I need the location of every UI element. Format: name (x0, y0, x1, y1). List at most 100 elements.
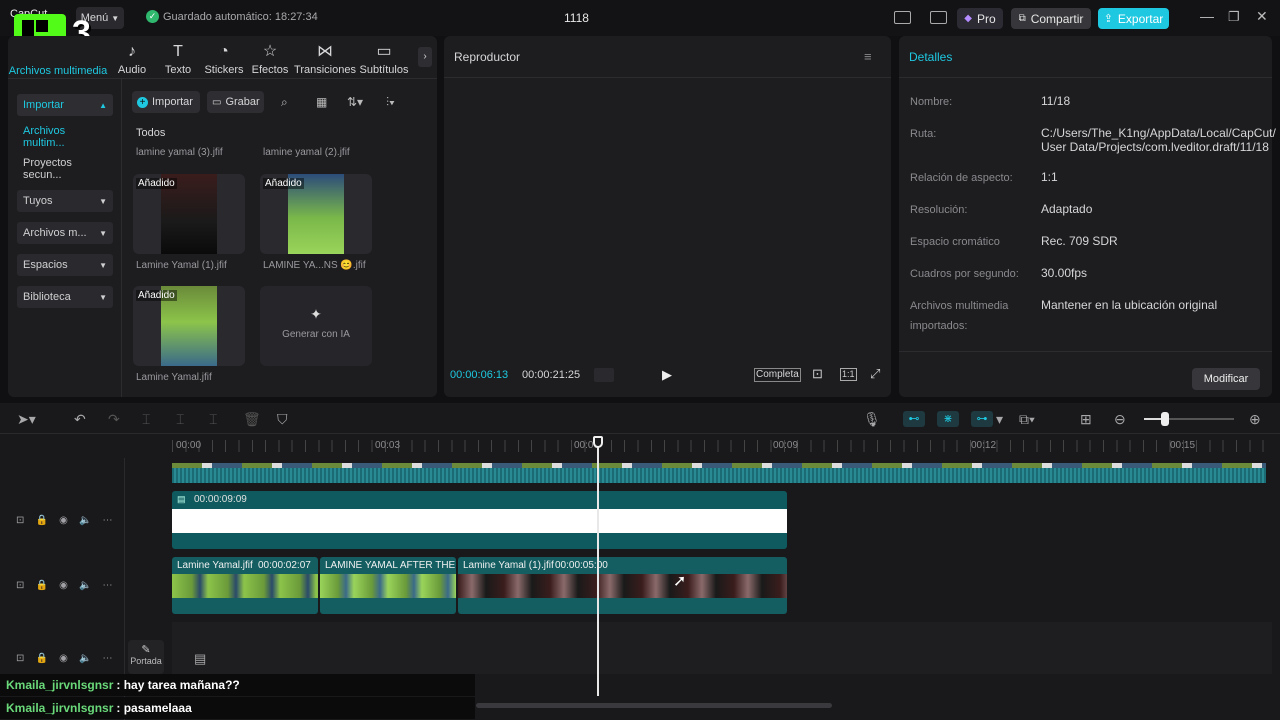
sidebar-item-projects[interactable]: Proyectos secun... (17, 157, 113, 181)
tab-subtitles[interactable]: ▭ Subtítulos (356, 42, 412, 76)
clip-duration: 00:00:02:07 (258, 560, 311, 571)
keyboard-icon[interactable] (930, 11, 947, 24)
chevron-down-icon: ▼ (111, 13, 120, 23)
media-item[interactable]: Añadido (133, 286, 245, 366)
minimize-icon[interactable]: — (1200, 8, 1214, 24)
detail-value: C:/Users/The_K1ng/AppData/Local/CapCut/ (1041, 126, 1276, 140)
volume-icon[interactable]: 🔈 (79, 580, 91, 591)
share-icon: ⧉ (1018, 13, 1026, 24)
divider (121, 79, 122, 397)
volume-icon[interactable]: 🔈 (79, 515, 91, 526)
sidebar-item-import[interactable]: Importar ▲ (17, 94, 113, 116)
export-label: Exportar (1117, 11, 1164, 26)
chevron-down-icon[interactable]: ▾ (996, 411, 1003, 428)
maximize-icon[interactable]: ❐ (1228, 9, 1240, 25)
chat-text: : pasamelaaa (116, 701, 192, 715)
chevron-down-icon: ▼ (99, 260, 107, 270)
record-button[interactable]: ▭ Grabar (207, 91, 264, 113)
filter-icon[interactable]: ⫶▾ (386, 95, 395, 110)
sidebar-item-label: Biblioteca (23, 291, 71, 303)
magnet-icon[interactable]: ⊷ (903, 411, 925, 427)
volume-icon[interactable]: 🔈 (79, 653, 91, 664)
record-label: Grabar (225, 96, 260, 108)
tab-effects[interactable]: ☆ Efectos (242, 42, 298, 76)
share-button[interactable]: ⧉ Compartir (1011, 8, 1091, 29)
grid-view-icon[interactable]: ▦ (316, 95, 327, 109)
expand-icon[interactable]: ⊡ (16, 580, 24, 591)
expand-icon[interactable]: ⊡ (16, 653, 24, 664)
shield-icon[interactable]: ⛉ (277, 411, 288, 428)
track-controls: ⊡ 🔒 ◉ 🔈 ⋯ (16, 580, 113, 591)
more-icon[interactable]: ⋯ (103, 653, 113, 664)
more-icon[interactable]: ⋯ (103, 515, 113, 526)
waveform-icon[interactable] (594, 368, 614, 382)
video-clip[interactable]: LAMINE YAMAL AFTER THE SI (320, 557, 456, 614)
cover-button[interactable]: ✎ Portada (128, 640, 164, 674)
export-button[interactable]: ⇪ Exportar (1098, 8, 1169, 29)
undo-icon[interactable]: ↶ (74, 411, 86, 428)
divider (899, 77, 1272, 78)
link-icon[interactable]: ⊶ (971, 411, 993, 427)
playhead[interactable] (597, 438, 599, 696)
eye-icon[interactable]: ◉ (59, 580, 68, 591)
zoom-slider-handle[interactable] (1161, 412, 1169, 426)
close-icon[interactable]: ✕ (1256, 8, 1268, 25)
sidebar-item-media[interactable]: Archivos multim... (17, 125, 113, 149)
media-item[interactable]: Añadido (260, 174, 372, 254)
film-icon: ▤ (194, 651, 207, 666)
chat-user: Kmaila_jirvnlsgnsr (6, 678, 114, 692)
microphone-icon[interactable]: 🎙 (863, 411, 881, 428)
added-badge: Añadido (136, 290, 177, 301)
expand-icon[interactable]: ⊡ (16, 515, 24, 526)
effects-icon: ☆ (262, 43, 278, 60)
tab-label: Subtítulos (359, 64, 409, 76)
details-panel (899, 36, 1272, 397)
select-tool-icon[interactable]: ➤▾ (17, 411, 36, 428)
media-item[interactable]: Añadido (133, 174, 245, 254)
playhead-handle[interactable] (593, 436, 603, 448)
chevron-right-icon[interactable]: › (418, 47, 432, 67)
zoom-out-icon[interactable]: ⊖ (1114, 411, 1126, 428)
cover-label: Portada (130, 656, 162, 666)
pro-label: Pro (977, 11, 996, 26)
sidebar-item-label: Archivos multim... (23, 125, 66, 149)
caption-icon[interactable]: ⊞ (1080, 411, 1092, 428)
transitions-icon: ⋈ (317, 43, 333, 60)
sidebar-item-spaces[interactable]: Espacios ▼ (17, 254, 113, 276)
eye-icon[interactable]: ◉ (59, 515, 68, 526)
layout-icon[interactable] (894, 11, 911, 24)
zoom-in-icon[interactable]: ⊕ (1249, 411, 1261, 428)
tab-media[interactable]: Archivos multimedia (5, 42, 111, 77)
play-icon[interactable]: ▶ (662, 367, 672, 383)
sidebar-item-library[interactable]: Biblioteca ▼ (17, 286, 113, 308)
pro-button[interactable]: ◆ Pro (957, 8, 1003, 29)
generate-ai-card[interactable]: ✦ Generar con IA (260, 286, 372, 366)
eye-icon[interactable]: ◉ (59, 653, 68, 664)
lock-icon[interactable]: 🔒 (36, 580, 48, 591)
more-icon[interactable]: ⋯ (103, 580, 113, 591)
lock-icon[interactable]: 🔒 (36, 515, 48, 526)
detail-value: 11/18 (1041, 94, 1071, 108)
search-icon[interactable]: ⌕ (281, 95, 288, 110)
video-clip[interactable]: Lamine Yamal.jfif 00:00:02:07 (172, 557, 318, 614)
modify-button[interactable]: Modificar (1192, 368, 1260, 390)
delete-icon: 🗑 (243, 411, 261, 427)
complete-button[interactable]: Completa (754, 368, 801, 382)
empty-track[interactable] (172, 622, 1272, 674)
tab-transitions[interactable]: ⋈ Transiciones (292, 42, 358, 76)
hamburger-icon[interactable]: ≡ (864, 49, 872, 64)
preview-axis-icon[interactable]: ⧉▾ (1019, 411, 1035, 428)
text-clip[interactable]: ▤ 00:00:09:09 (172, 491, 787, 549)
snap-icon[interactable]: ⋇ (937, 411, 959, 427)
video-clip[interactable]: Lamine Yamal (1).jfif 00:00:05:00 (458, 557, 787, 614)
horizontal-scrollbar[interactable] (476, 703, 832, 708)
ratio-button[interactable]: 1:1 (840, 368, 857, 381)
sort-icon[interactable]: ⇅▾ (347, 95, 363, 109)
time-ruler[interactable] (172, 440, 1272, 452)
sidebar-item-yours[interactable]: Tuyos ▼ (17, 190, 113, 212)
sidebar-item-media-2[interactable]: Archivos m... ▼ (17, 222, 113, 244)
import-button[interactable]: + Importar (132, 91, 200, 113)
crop-icon[interactable]: ⊡ (812, 366, 823, 382)
fullscreen-icon[interactable]: ⤢ (870, 366, 880, 382)
lock-icon[interactable]: 🔒 (36, 653, 48, 664)
